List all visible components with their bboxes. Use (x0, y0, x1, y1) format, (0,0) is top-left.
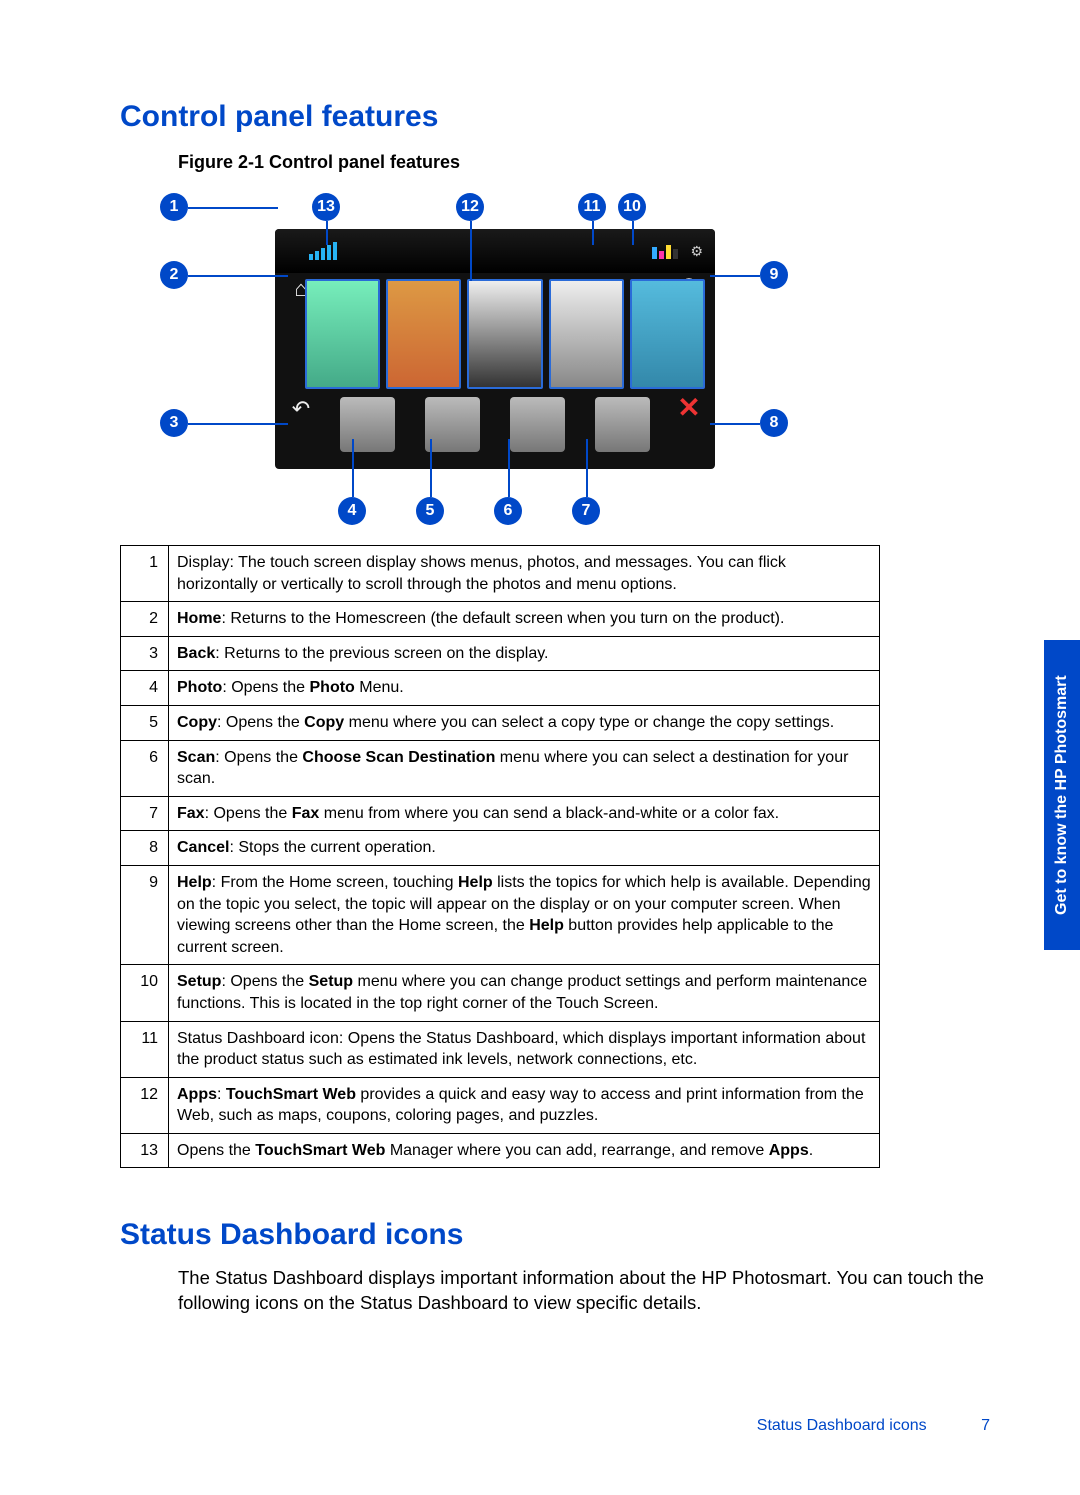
table-row: 6Scan: Opens the Choose Scan Destination… (121, 740, 880, 796)
footer-page-number: 7 (981, 1417, 990, 1434)
callout-4: 4 (338, 497, 366, 525)
callout-9: 9 (760, 261, 788, 289)
feature-number: 8 (121, 831, 169, 866)
table-row: 10Setup: Opens the Setup menu where you … (121, 965, 880, 1021)
feature-number: 13 (121, 1133, 169, 1168)
callout-5: 5 (416, 497, 444, 525)
feature-description: Back: Returns to the previous screen on … (169, 636, 880, 671)
table-row: 11Status Dashboard icon: Opens the Statu… (121, 1021, 880, 1077)
feature-description: Help: From the Home screen, touching Hel… (169, 865, 880, 964)
feature-description: Setup: Opens the Setup menu where you ca… (169, 965, 880, 1021)
feature-number: 3 (121, 636, 169, 671)
feature-number: 5 (121, 705, 169, 740)
heading-control-panel-features: Control panel features (120, 100, 990, 134)
figure-caption: Figure 2-1 Control panel features (178, 152, 990, 173)
callout-11: 11 (578, 193, 606, 221)
cancel-icon: ✕ (677, 391, 700, 424)
callout-13: 13 (312, 193, 340, 221)
callout-10: 10 (618, 193, 646, 221)
page-footer: Status Dashboard icons 7 (757, 1417, 990, 1435)
table-row: 4Photo: Opens the Photo Menu. (121, 671, 880, 706)
feature-description: Status Dashboard icon: Opens the Status … (169, 1021, 880, 1077)
feature-description: Copy: Opens the Copy menu where you can … (169, 705, 880, 740)
table-row: 2Home: Returns to the Homescreen (the de… (121, 602, 880, 637)
apps-carousel (305, 279, 705, 389)
table-row: 1Display: The touch screen display shows… (121, 546, 880, 602)
feature-number: 4 (121, 671, 169, 706)
copy-app-icon (425, 397, 480, 452)
feature-description: Apps: TouchSmart Web provides a quick an… (169, 1077, 880, 1133)
photo-app-icon (340, 397, 395, 452)
callout-6: 6 (494, 497, 522, 525)
table-row: 7Fax: Opens the Fax menu from where you … (121, 796, 880, 831)
table-row: 13Opens the TouchSmart Web Manager where… (121, 1133, 880, 1168)
table-row: 5Copy: Opens the Copy menu where you can… (121, 705, 880, 740)
chapter-tab: Get to know the HP Photosmart (1044, 640, 1080, 950)
callout-2: 2 (160, 261, 188, 289)
bottom-app-row (325, 392, 665, 457)
features-table: 1Display: The touch screen display shows… (120, 545, 880, 1168)
table-row: 3Back: Returns to the previous screen on… (121, 636, 880, 671)
table-row: 8Cancel: Stops the current operation. (121, 831, 880, 866)
callout-3: 3 (160, 409, 188, 437)
feature-description: Photo: Opens the Photo Menu. (169, 671, 880, 706)
scan-app-icon (510, 397, 565, 452)
callout-7: 7 (572, 497, 600, 525)
feature-description: Cancel: Stops the current operation. (169, 831, 880, 866)
feature-description: Scan: Opens the Choose Scan Destination … (169, 740, 880, 796)
callout-12: 12 (456, 193, 484, 221)
back-icon: ↶ (292, 396, 310, 422)
feature-number: 7 (121, 796, 169, 831)
fax-app-icon (595, 397, 650, 452)
feature-number: 11 (121, 1021, 169, 1077)
figure-control-panel: ⚙ ⌂ ↶ ? ✕ 1 2 3 (120, 179, 880, 529)
feature-number: 6 (121, 740, 169, 796)
table-row: 9Help: From the Home screen, touching He… (121, 865, 880, 964)
callout-1: 1 (160, 193, 188, 221)
status-dashboard-intro: The Status Dashboard displays important … (178, 1266, 990, 1316)
touchscreen-display: ⚙ ⌂ ↶ ? ✕ (275, 229, 715, 469)
feature-number: 10 (121, 965, 169, 1021)
heading-status-dashboard-icons: Status Dashboard icons (120, 1218, 990, 1252)
table-row: 12Apps: TouchSmart Web provides a quick … (121, 1077, 880, 1133)
footer-section-title: Status Dashboard icons (757, 1417, 927, 1434)
feature-description: Display: The touch screen display shows … (169, 546, 880, 602)
feature-description: Home: Returns to the Homescreen (the def… (169, 602, 880, 637)
feature-description: Fax: Opens the Fax menu from where you c… (169, 796, 880, 831)
callout-8: 8 (760, 409, 788, 437)
feature-number: 12 (121, 1077, 169, 1133)
feature-description: Opens the TouchSmart Web Manager where y… (169, 1133, 880, 1168)
feature-number: 1 (121, 546, 169, 602)
feature-number: 9 (121, 865, 169, 964)
feature-number: 2 (121, 602, 169, 637)
